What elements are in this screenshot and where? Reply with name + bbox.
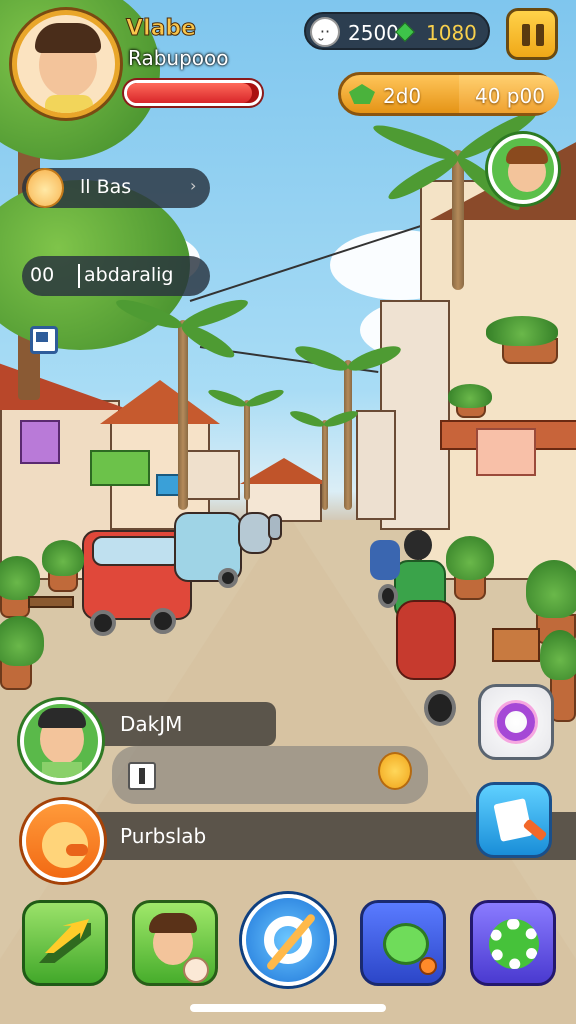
home-indicator[interactable] [190,1004,386,1012]
player-subtitle: Rabupooo [128,46,229,70]
quest-divider [78,264,80,288]
chick-icon [26,168,64,208]
settings-icon [489,919,539,969]
gold-pill[interactable]: 2d0 40 p00 [338,72,559,116]
speaker-portrait-1[interactable] [20,700,102,782]
quest-label-2: abdaralig [84,264,174,286]
ghost-value: 2500 [348,21,399,45]
note-button[interactable] [476,782,552,858]
player-name: Vlabe [125,16,197,42]
health-bar [124,80,262,106]
pause-icon [522,24,530,46]
flag-icon[interactable] [30,326,58,354]
magic-button[interactable] [478,684,554,760]
npc-portrait-button[interactable] [488,134,558,204]
arrow-icon: › [190,176,197,195]
document-icon [128,762,156,790]
coin-icon [349,84,375,104]
magic-circle-icon [497,703,535,741]
player-avatar[interactable] [12,10,120,118]
speaker-name-1: DakJM [120,712,183,736]
pause-icon [536,24,544,46]
nav-growth-button[interactable] [22,900,108,986]
speaker-portrait-2[interactable] [22,800,104,882]
health-fill [127,83,253,103]
chick-icon [378,752,412,790]
gold-value: 2d0 [383,84,422,108]
quest-label-1: ll Bas [80,176,132,198]
speaker-name-2: Purbslab [120,824,207,848]
quest-item-2[interactable]: 00 abdaralig [22,256,210,296]
ghost-icon: ·̮· [310,17,340,47]
gem-value: 1080 [426,21,477,45]
nav-settings-button[interactable] [470,900,556,986]
quest-item-1[interactable]: ll Bas › [22,168,210,208]
nav-creature-button[interactable] [360,900,446,986]
quest-number-2: 00 [30,264,55,286]
pause-button[interactable] [506,8,558,60]
resource-pill[interactable]: ·̮· 2500 1080 [304,12,490,50]
gold-secondary-value: 40 p00 [475,84,545,108]
dialog-reply-field[interactable] [112,746,428,804]
nav-family-button[interactable] [132,900,218,986]
nav-compass-button[interactable] [242,894,334,986]
